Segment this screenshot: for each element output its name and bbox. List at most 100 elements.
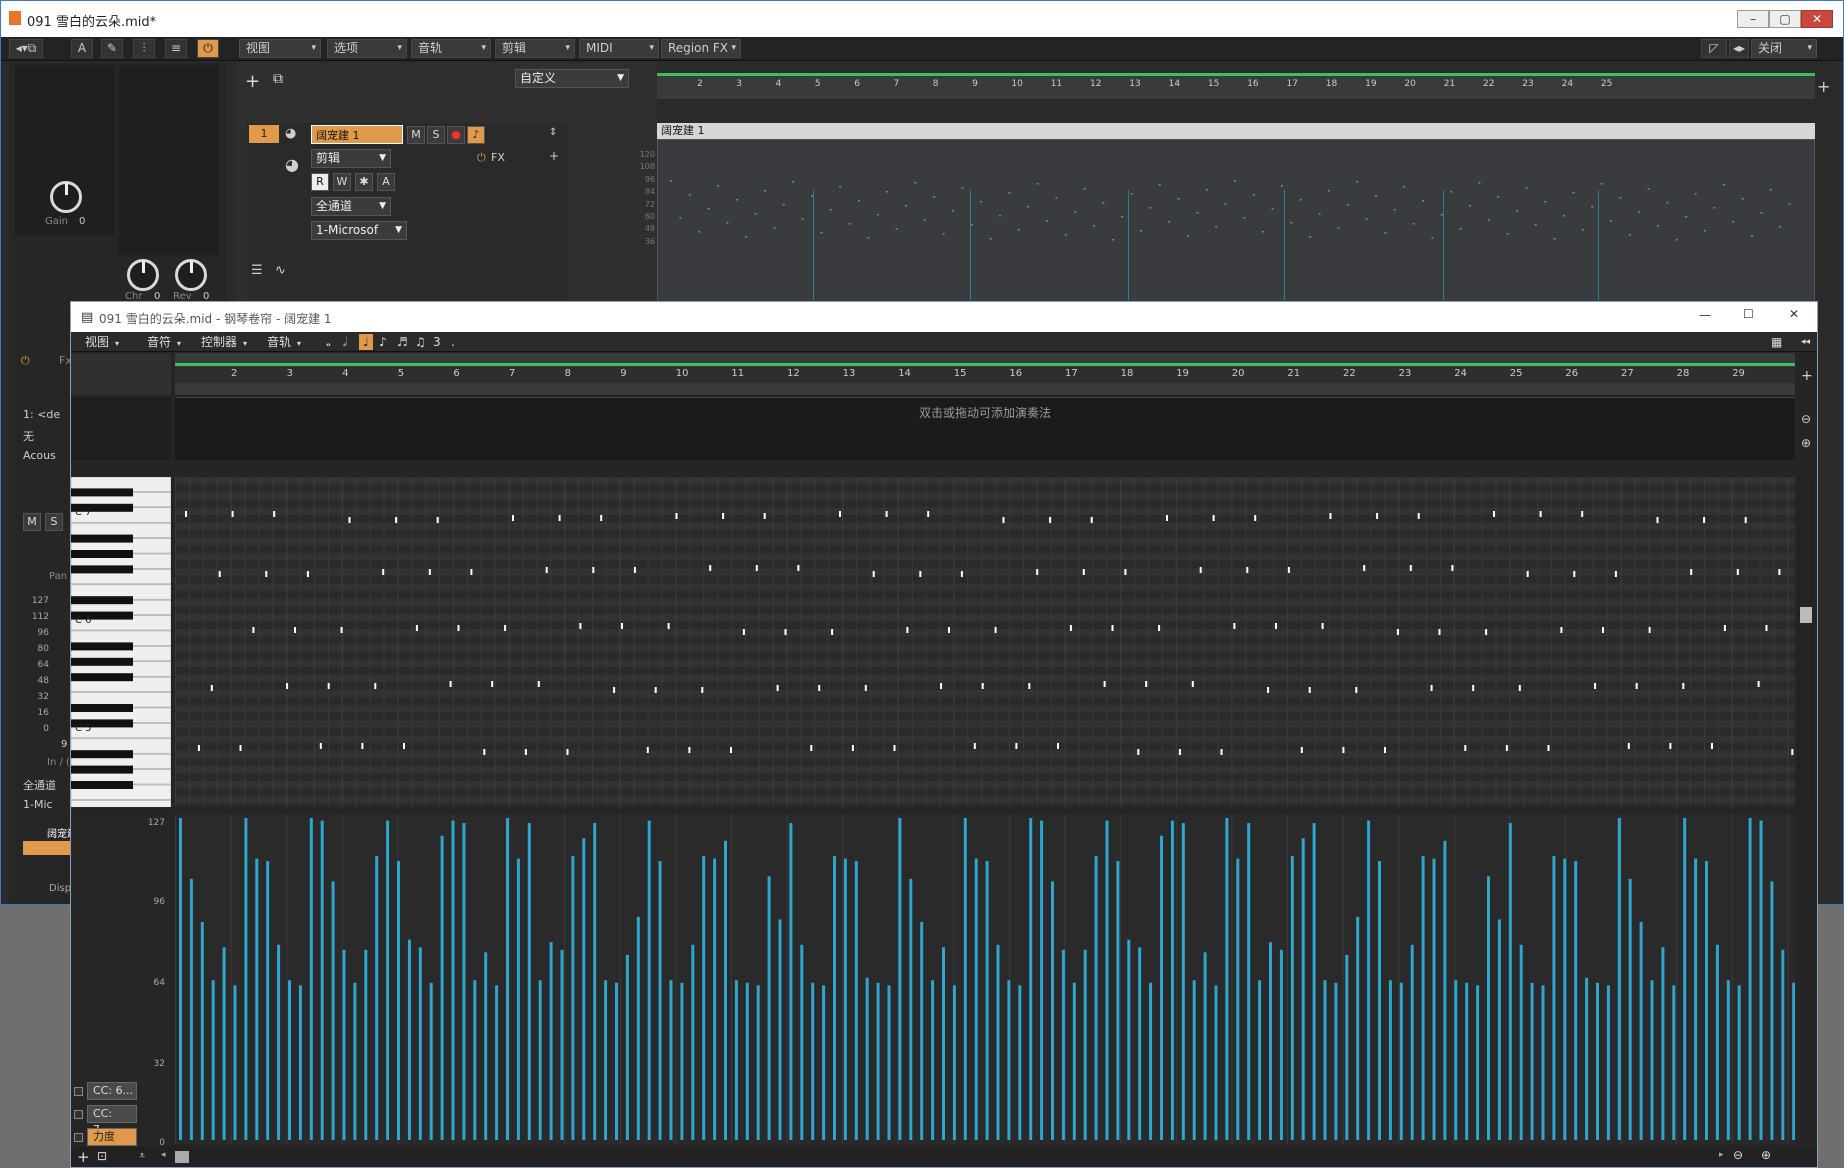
envelope-icon[interactable]: ◸	[1701, 39, 1727, 58]
menu-midi[interactable]: MIDI ▾	[579, 39, 659, 58]
vertical-scroll-thumb[interactable]	[1800, 607, 1812, 623]
h-zoom-out-icon[interactable]: ⊖	[1733, 1148, 1743, 1162]
horizontal-scroll-thumb[interactable]	[175, 1151, 189, 1163]
pr-close-button[interactable]: ✕	[1789, 307, 1799, 321]
velocity-bar	[1378, 861, 1381, 1140]
menu-view[interactable]: 视图 ▾	[239, 39, 321, 58]
channel-dropdown[interactable]: 全通道 ▼	[311, 197, 391, 216]
record-button[interactable]: ●	[447, 126, 465, 144]
inspector-channel[interactable]: 全通道	[23, 777, 56, 793]
auto-icon[interactable]: A	[71, 39, 93, 58]
vertical-scrollbar[interactable]	[1797, 477, 1815, 807]
thirtysecond-note-icon[interactable]: ♫	[415, 334, 426, 350]
automation-button[interactable]: A	[377, 173, 395, 191]
inspector-row-3[interactable]: Acous	[23, 449, 56, 462]
track-ruler-label: 25	[1600, 79, 1613, 89]
inspector-output[interactable]: 1-Mic	[23, 798, 53, 811]
zoom-in-icon[interactable]: ⊕	[1801, 436, 1811, 450]
ruler-add-icon[interactable]: +	[1817, 77, 1830, 96]
add-lane-icon[interactable]: +	[77, 1148, 90, 1166]
lane-cc6[interactable]: CC: 6...	[87, 1082, 137, 1100]
pr-menu-notes[interactable]: 音符 ▾	[147, 334, 181, 350]
read-button[interactable]: R	[311, 173, 329, 191]
zoom-out-icon[interactable]: ⊖	[1801, 412, 1811, 426]
whole-note-icon[interactable]: 𝅝	[326, 334, 331, 350]
snap-icon[interactable]: ◂▸	[1729, 39, 1749, 58]
quarter-note-icon[interactable]: ♩	[359, 334, 373, 350]
minimize-button[interactable]: –	[1737, 10, 1769, 28]
edit-dropdown[interactable]: 剪辑 ▼	[311, 149, 391, 168]
maximize-button[interactable]: ▢	[1769, 10, 1801, 28]
scroll-left-icon[interactable]: ◂	[161, 1150, 166, 1160]
pen-icon[interactable]: ✎	[101, 39, 123, 58]
envelope-tool-icon[interactable]: ∿	[275, 263, 286, 278]
note-grid[interactable]	[175, 477, 1795, 807]
lane-cc7[interactable]: CC: 7-...	[87, 1105, 137, 1136]
velocity-bar	[506, 818, 509, 1140]
lane-toggle-1[interactable]	[74, 1087, 83, 1096]
dotted-button[interactable]: .	[451, 334, 455, 350]
fx-power-icon[interactable]: ⏻	[21, 354, 30, 368]
piano-keyboard[interactable]: C 7 C 6 C 5	[71, 477, 171, 807]
lane-toggle-2[interactable]	[74, 1110, 83, 1119]
lane-toggle-3[interactable]	[74, 1133, 83, 1142]
back-icon[interactable]: ◂▾⧉	[9, 39, 43, 58]
track-expand-icon[interactable]: ⇕	[549, 127, 557, 138]
pr-menu-view[interactable]: 视图 ▾	[85, 334, 119, 350]
menu-region-fx[interactable]: Region FX ▾	[661, 39, 741, 58]
collapse-icon[interactable]: ◂◂	[1801, 334, 1810, 350]
scroll-right-icon[interactable]: ▸	[1719, 1150, 1724, 1160]
midi-note	[1505, 745, 1508, 751]
close-button[interactable]: ✕	[1801, 10, 1833, 28]
chorus-knob[interactable]	[127, 259, 159, 291]
pr-add-icon[interactable]: +	[1801, 368, 1813, 384]
list-icon[interactable]: ≡	[165, 39, 187, 58]
waveform-icon[interactable]: ⫶	[133, 39, 155, 58]
pr-minimize-button[interactable]: —	[1699, 308, 1711, 322]
duplicate-icon[interactable]: ⧉	[273, 71, 283, 87]
midi-clip[interactable]	[657, 139, 1815, 303]
write-button[interactable]: W	[333, 173, 351, 191]
inspector-row-2[interactable]: 无	[23, 428, 34, 444]
lane-menu-icon[interactable]: ⩡	[139, 1149, 145, 1163]
h-zoom-in-icon[interactable]: ⊕	[1761, 1148, 1771, 1162]
pr-menu-controllers[interactable]: 控制器 ▾	[201, 334, 247, 350]
output-dropdown[interactable]: 1-Microsof ▼	[311, 221, 407, 240]
solo-button[interactable]: S	[427, 126, 445, 144]
clip-name[interactable]: 阔宠建 1	[657, 123, 1815, 139]
power-icon[interactable]: ⏻	[197, 39, 219, 58]
input-echo-button[interactable]: ♪	[467, 126, 485, 144]
menu-track[interactable]: 音轨 ▾	[411, 39, 491, 58]
pr-ruler-label: 14	[898, 368, 911, 379]
fx-add-icon[interactable]: +	[549, 149, 559, 163]
beat-line	[244, 477, 246, 807]
pr-maximize-button[interactable]: ☐	[1743, 307, 1754, 321]
fx-power-icon-2[interactable]: ⏻	[477, 151, 486, 165]
gain-knob[interactable]	[50, 181, 82, 213]
articulation-lane[interactable]: 双击或拖动可添加演奏法	[175, 397, 1795, 460]
inspector-row-1[interactable]: 1: <de	[23, 408, 60, 421]
inspector-solo-button[interactable]: S	[45, 513, 63, 531]
pr-menu-track[interactable]: 音轨 ▾	[267, 334, 301, 350]
half-note-icon[interactable]: 𝅗𝅥	[343, 334, 347, 350]
add-track-icon[interactable]: +	[245, 71, 260, 92]
velocity-lane[interactable]	[175, 814, 1795, 1144]
piano-roll-ruler[interactable]: 2 3 4 5 6 7 8 9 10 11 12 13 14 15 16 17 18 19 20 21 22 23 24 25…	[175, 353, 1795, 395]
sixteenth-note-icon[interactable]: ♬	[397, 334, 408, 350]
grid-icon[interactable]: ▦	[1771, 334, 1782, 350]
mute-button[interactable]: M	[407, 126, 425, 144]
reverb-knob[interactable]	[175, 259, 207, 291]
fit-lane-icon[interactable]: ⊡	[97, 1149, 107, 1163]
eighth-note-icon[interactable]: ♪	[379, 334, 387, 350]
triplet-button[interactable]: 3	[433, 334, 441, 350]
lane-velocity[interactable]: 力度	[87, 1128, 137, 1146]
preset-dropdown[interactable]: 自定义 ▼	[515, 69, 629, 88]
inspector-mute-button[interactable]: M	[23, 513, 41, 531]
menu-clip[interactable]: 剪辑 ▾	[495, 39, 575, 58]
track-name-field[interactable]: 阔宠建 1	[311, 125, 403, 144]
inspector-nine: 9	[61, 739, 68, 750]
menu-options[interactable]: 选项 ▾	[327, 39, 407, 58]
close-view-button[interactable]: 关闭 ▾	[1751, 39, 1817, 58]
asterisk-icon[interactable]: ✱	[355, 173, 373, 191]
track-list-icon[interactable]: ☰	[251, 263, 263, 278]
